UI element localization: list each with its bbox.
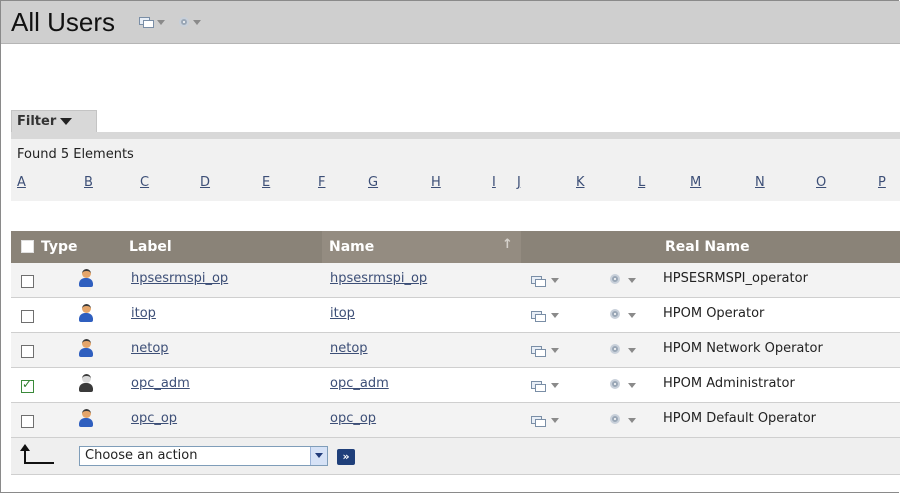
row-checkbox[interactable] bbox=[21, 415, 34, 428]
letter-link-d[interactable]: D bbox=[200, 175, 210, 190]
found-count: Found 5 Elements bbox=[17, 147, 134, 162]
table-row: itop itop HPOM Operator bbox=[11, 298, 900, 333]
table-row: opc_op opc_op HPOM Default Operator bbox=[11, 403, 900, 438]
operator-user-icon bbox=[78, 304, 94, 322]
page-title: All Users bbox=[11, 7, 116, 37]
table-row: opc_adm opc_adm HPOM Administrator bbox=[11, 368, 900, 403]
row-real-name: HPOM Network Operator bbox=[663, 341, 823, 356]
chevron-down-icon[interactable] bbox=[551, 348, 559, 353]
column-label[interactable]: Label bbox=[129, 239, 172, 255]
letter-link-l[interactable]: L bbox=[638, 175, 645, 190]
row-checkbox[interactable] bbox=[21, 275, 34, 288]
letter-link-m[interactable]: M bbox=[690, 175, 701, 190]
users-table: Type Label Name ↑ Real Name hpsesrmspi_o… bbox=[11, 231, 900, 475]
chevron-down-icon[interactable] bbox=[628, 278, 636, 283]
operator-user-icon bbox=[78, 339, 94, 357]
letter-link-p[interactable]: P bbox=[878, 175, 886, 190]
table-row: hpsesrmspi_op hpsesrmspi_op HPSESRMSPI_o… bbox=[11, 263, 900, 298]
chevron-down-icon[interactable] bbox=[551, 383, 559, 388]
column-name[interactable]: Name bbox=[329, 239, 374, 255]
letter-link-i[interactable]: I bbox=[492, 175, 496, 190]
chevron-down-icon[interactable] bbox=[628, 348, 636, 353]
window-icon[interactable] bbox=[531, 276, 546, 287]
gear-icon[interactable] bbox=[179, 17, 189, 27]
row-label-link[interactable]: opc_adm bbox=[131, 376, 190, 391]
chevron-down-icon[interactable] bbox=[551, 313, 559, 318]
admin-user-icon bbox=[78, 374, 94, 392]
window-icon[interactable] bbox=[531, 311, 546, 322]
dropdown-arrow-icon[interactable] bbox=[310, 447, 327, 465]
table-footer: Choose an action » bbox=[11, 438, 900, 475]
row-name-link[interactable]: hpsesrmspi_op bbox=[330, 271, 427, 286]
letter-link-e[interactable]: E bbox=[262, 175, 270, 190]
filter-toggle[interactable]: Filter bbox=[11, 110, 97, 132]
row-name-link[interactable]: itop bbox=[330, 306, 355, 321]
letter-link-o[interactable]: O bbox=[816, 175, 826, 190]
action-select-value: Choose an action bbox=[85, 448, 198, 463]
gear-icon[interactable] bbox=[610, 344, 620, 354]
row-label-link[interactable]: netop bbox=[131, 341, 169, 356]
chevron-down-icon[interactable] bbox=[157, 19, 165, 25]
row-label-link[interactable]: itop bbox=[131, 306, 156, 321]
row-real-name: HPSESRMSPI_operator bbox=[663, 271, 808, 286]
chevron-down-icon[interactable] bbox=[628, 383, 636, 388]
triangle-down-icon bbox=[60, 118, 73, 125]
table-row: netop netop HPOM Network Operator bbox=[11, 333, 900, 368]
letter-link-n[interactable]: N bbox=[755, 175, 765, 190]
action-select[interactable]: Choose an action bbox=[79, 446, 328, 466]
row-name-link[interactable]: opc_op bbox=[330, 411, 376, 426]
select-all-checkbox[interactable] bbox=[21, 240, 34, 253]
chevron-down-icon[interactable] bbox=[628, 313, 636, 318]
letter-link-h[interactable]: H bbox=[431, 175, 441, 190]
letter-link-b[interactable]: B bbox=[84, 175, 93, 190]
window-icon[interactable] bbox=[531, 416, 546, 427]
letter-link-j[interactable]: J bbox=[517, 175, 521, 190]
row-real-name: HPOM Default Operator bbox=[663, 411, 817, 426]
row-checkbox[interactable] bbox=[21, 345, 34, 358]
results-panel: Found 5 Elements A B C D E F G H I J K L… bbox=[11, 139, 900, 201]
letter-link-a[interactable]: A bbox=[17, 175, 26, 190]
column-type[interactable]: Type bbox=[41, 239, 78, 255]
row-checkbox[interactable] bbox=[21, 377, 34, 393]
gear-icon[interactable] bbox=[610, 414, 620, 424]
row-name-link[interactable]: opc_adm bbox=[330, 376, 389, 391]
row-real-name: HPOM Administrator bbox=[663, 376, 795, 391]
operator-user-icon bbox=[78, 269, 94, 287]
letter-link-g[interactable]: G bbox=[368, 175, 378, 190]
row-real-name: HPOM Operator bbox=[663, 306, 765, 321]
alphabet-index: A B C D E F G H I J K L M N O P bbox=[11, 175, 900, 195]
table-header: Type Label Name ↑ Real Name bbox=[11, 231, 900, 263]
gear-icon[interactable] bbox=[610, 274, 620, 284]
chevron-down-icon[interactable] bbox=[628, 418, 636, 423]
letter-link-c[interactable]: C bbox=[140, 175, 149, 190]
row-label-link[interactable]: opc_op bbox=[131, 411, 177, 426]
page-header: All Users bbox=[1, 1, 900, 44]
row-label-link[interactable]: hpsesrmspi_op bbox=[131, 271, 228, 286]
chevron-down-icon[interactable] bbox=[193, 19, 201, 25]
filter-bar bbox=[11, 132, 900, 139]
gear-icon[interactable] bbox=[610, 379, 620, 389]
window-icon[interactable] bbox=[531, 346, 546, 357]
select-up-arrow-icon bbox=[18, 444, 54, 466]
header-actions bbox=[139, 17, 201, 28]
window-icon[interactable] bbox=[531, 381, 546, 392]
letter-link-f[interactable]: F bbox=[318, 175, 325, 190]
operator-user-icon bbox=[78, 409, 94, 427]
chevron-down-icon[interactable] bbox=[551, 278, 559, 283]
row-checkbox[interactable] bbox=[21, 310, 34, 323]
go-button[interactable]: » bbox=[337, 449, 355, 465]
letter-link-k[interactable]: K bbox=[576, 175, 585, 190]
sort-ascending-icon[interactable]: ↑ bbox=[502, 237, 513, 252]
filter-label: Filter bbox=[17, 114, 57, 129]
column-real-name[interactable]: Real Name bbox=[665, 239, 750, 255]
chevron-down-icon[interactable] bbox=[551, 418, 559, 423]
row-name-link[interactable]: netop bbox=[330, 341, 368, 356]
window-icon[interactable] bbox=[139, 17, 154, 28]
gear-icon[interactable] bbox=[610, 309, 620, 319]
